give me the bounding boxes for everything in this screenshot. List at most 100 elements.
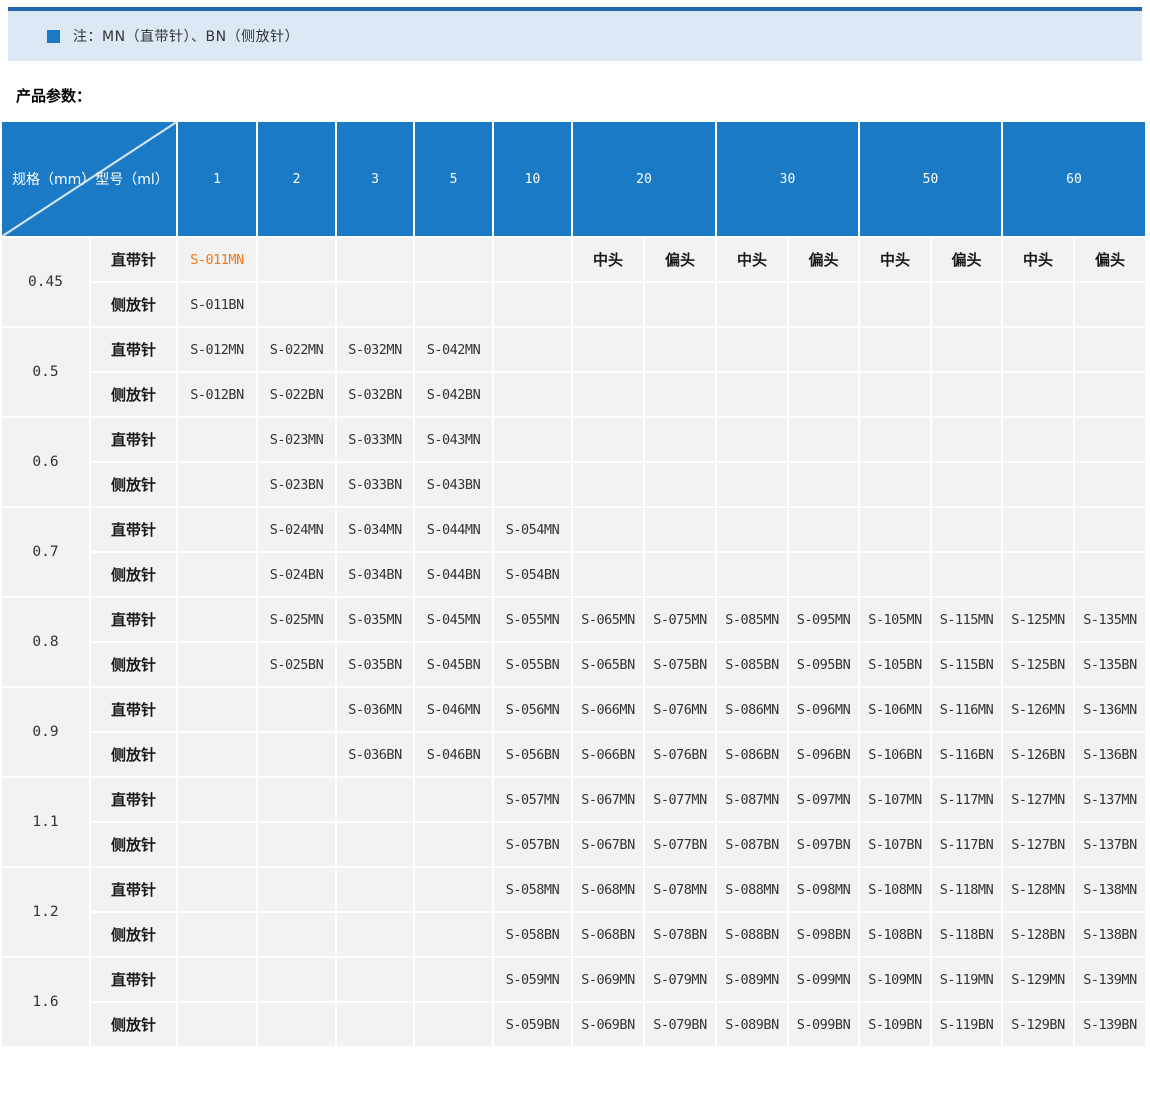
model-cell: S-127MN <box>1003 778 1073 821</box>
table-row: 0.45直带针S-011MN中头偏头中头偏头中头偏头中头偏头 <box>2 238 1145 281</box>
empty-cell <box>258 958 335 1001</box>
model-cell: S-056BN <box>494 733 571 776</box>
model-cell: S-075BN <box>645 643 715 686</box>
empty-cell <box>860 418 930 461</box>
empty-cell <box>645 553 715 596</box>
row-type-label-mn: 直带针 <box>91 958 176 1001</box>
model-cell: S-119MN <box>932 958 1001 1001</box>
table-row: 1.6直带针S-059MNS-069MNS-079MNS-089MNS-099M… <box>2 958 1145 1001</box>
empty-cell <box>178 688 256 731</box>
model-cell: S-098BN <box>789 913 858 956</box>
empty-cell <box>178 418 256 461</box>
row-type-label-mn: 直带针 <box>91 238 176 281</box>
model-cell: S-059MN <box>494 958 571 1001</box>
model-cell: S-025MN <box>258 598 335 641</box>
model-cell: S-088BN <box>717 913 787 956</box>
model-cell: S-109MN <box>860 958 930 1001</box>
empty-cell <box>178 643 256 686</box>
empty-cell <box>258 733 335 776</box>
empty-cell <box>717 283 787 326</box>
model-cell: S-033MN <box>337 418 413 461</box>
spec-cell: 0.5 <box>2 328 89 416</box>
empty-cell <box>860 283 930 326</box>
empty-cell <box>645 508 715 551</box>
table-row: 侧放针S-023BNS-033BNS-043BN <box>2 463 1145 506</box>
row-type-label-bn: 侧放针 <box>91 553 176 596</box>
empty-cell <box>258 1003 335 1046</box>
row-type-label-bn: 侧放针 <box>91 463 176 506</box>
model-cell: S-046MN <box>415 688 492 731</box>
empty-cell <box>178 508 256 551</box>
blue-square-icon <box>47 30 60 43</box>
model-cell: S-012BN <box>178 373 256 416</box>
spec-cell: 0.7 <box>2 508 89 596</box>
spec-cell: 0.45 <box>2 238 89 326</box>
table-row: 侧放针S-058BNS-068BNS-078BNS-088BNS-098BNS-… <box>2 913 1145 956</box>
model-cell: S-138MN <box>1075 868 1145 911</box>
empty-cell <box>415 958 492 1001</box>
empty-cell <box>178 823 256 866</box>
model-cell: S-115MN <box>932 598 1001 641</box>
model-cell: S-099BN <box>789 1003 858 1046</box>
model-cell: S-068MN <box>573 868 643 911</box>
model-cell: S-011BN <box>178 283 256 326</box>
empty-cell <box>1003 373 1073 416</box>
empty-cell <box>415 778 492 821</box>
model-cell: S-105BN <box>860 643 930 686</box>
empty-cell <box>178 868 256 911</box>
empty-cell <box>717 553 787 596</box>
model-cell: S-034BN <box>337 553 413 596</box>
model-cell: S-059BN <box>494 1003 571 1046</box>
empty-cell <box>415 283 492 326</box>
model-cell: S-116BN <box>932 733 1001 776</box>
empty-cell <box>178 1003 256 1046</box>
model-cell: S-075MN <box>645 598 715 641</box>
empty-cell <box>1075 508 1145 551</box>
row-type-label-bn: 侧放针 <box>91 643 176 686</box>
row-type-label-bn: 侧放针 <box>91 913 176 956</box>
table-row: 侧放针S-011BN <box>2 283 1145 326</box>
model-cell: S-079MN <box>645 958 715 1001</box>
col-header-60: 60 <box>1003 122 1145 236</box>
row-type-label-mn: 直带针 <box>91 328 176 371</box>
model-cell: S-107MN <box>860 778 930 821</box>
subheader-cell: 偏头 <box>932 238 1001 281</box>
model-cell: S-035BN <box>337 643 413 686</box>
empty-cell <box>573 508 643 551</box>
model-cell: S-055MN <box>494 598 571 641</box>
model-cell: S-115BN <box>932 643 1001 686</box>
model-cell: S-077MN <box>645 778 715 821</box>
empty-cell <box>337 283 413 326</box>
section-title: 产品参数： <box>16 85 1150 106</box>
table-row: 0.9直带针S-036MNS-046MNS-056MNS-066MNS-076M… <box>2 688 1145 731</box>
empty-cell <box>415 823 492 866</box>
model-cell: S-069BN <box>573 1003 643 1046</box>
empty-cell <box>178 733 256 776</box>
model-cell: S-088MN <box>717 868 787 911</box>
empty-cell <box>337 1003 413 1046</box>
empty-cell <box>789 373 858 416</box>
model-cell: S-139MN <box>1075 958 1145 1001</box>
empty-cell <box>932 373 1001 416</box>
col-header-20: 20 <box>573 122 715 236</box>
model-cell: S-035MN <box>337 598 413 641</box>
model-cell: S-097MN <box>789 778 858 821</box>
empty-cell <box>932 328 1001 371</box>
empty-cell <box>178 553 256 596</box>
model-cell: S-107BN <box>860 823 930 866</box>
model-cell: S-095BN <box>789 643 858 686</box>
empty-cell <box>932 508 1001 551</box>
table-row: 侧放针S-024BNS-034BNS-044BNS-054BN <box>2 553 1145 596</box>
model-cell: S-011MN <box>178 238 256 281</box>
spec-cell: 1.1 <box>2 778 89 866</box>
subheader-cell: 中头 <box>717 238 787 281</box>
row-type-label-mn: 直带针 <box>91 778 176 821</box>
empty-cell <box>1075 283 1145 326</box>
empty-cell <box>645 463 715 506</box>
model-cell: S-042BN <box>415 373 492 416</box>
model-cell: S-108MN <box>860 868 930 911</box>
model-cell: S-024BN <box>258 553 335 596</box>
table-row: 侧放针S-057BNS-067BNS-077BNS-087BNS-097BNS-… <box>2 823 1145 866</box>
model-cell: S-045BN <box>415 643 492 686</box>
model-cell: S-024MN <box>258 508 335 551</box>
